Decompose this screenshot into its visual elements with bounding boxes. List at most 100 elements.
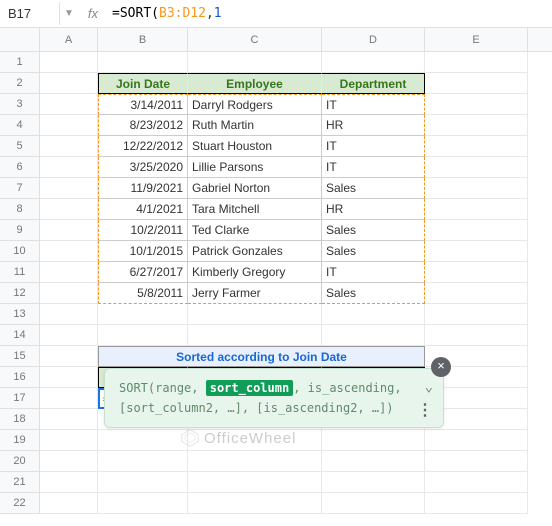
cell[interactable] xyxy=(425,493,528,514)
cell[interactable] xyxy=(322,325,425,346)
cell[interactable] xyxy=(40,304,98,325)
table-cell[interactable]: Darryl Rodgers xyxy=(188,94,322,115)
table-cell[interactable]: 4/1/2021 xyxy=(98,199,188,220)
table-header-join-date[interactable]: Join Date xyxy=(98,73,188,94)
cell[interactable] xyxy=(322,451,425,472)
row-header[interactable]: 2 xyxy=(0,73,40,94)
cell[interactable] xyxy=(425,430,528,451)
table-header-employee[interactable]: Employee xyxy=(188,73,322,94)
table-cell[interactable]: 10/2/2011 xyxy=(98,220,188,241)
sorted-title-cell[interactable]: Sorted according to Join Date xyxy=(98,346,425,367)
cell[interactable] xyxy=(40,346,98,367)
table-cell[interactable]: Ruth Martin xyxy=(188,115,322,136)
cell[interactable] xyxy=(188,304,322,325)
table-cell[interactable]: Stuart Houston xyxy=(188,136,322,157)
cell[interactable] xyxy=(98,493,188,514)
cell[interactable] xyxy=(322,304,425,325)
table-cell[interactable]: Tara Mitchell xyxy=(188,199,322,220)
table-cell[interactable]: 10/1/2015 xyxy=(98,241,188,262)
tooltip-expand-icon[interactable]: ⌄ xyxy=(425,379,433,395)
row-header[interactable]: 10 xyxy=(0,241,40,262)
cell[interactable] xyxy=(40,94,98,115)
row-header[interactable]: 22 xyxy=(0,493,40,514)
row-header[interactable]: 1 xyxy=(0,52,40,73)
cell[interactable] xyxy=(40,262,98,283)
cell[interactable] xyxy=(40,220,98,241)
cell[interactable] xyxy=(98,430,188,451)
col-header-d[interactable]: D xyxy=(322,28,425,51)
table-cell[interactable]: 11/9/2021 xyxy=(98,178,188,199)
cell[interactable] xyxy=(322,493,425,514)
tooltip-close-icon[interactable]: × xyxy=(431,357,451,377)
cell[interactable] xyxy=(40,283,98,304)
cell[interactable] xyxy=(40,472,98,493)
col-header-b[interactable]: B xyxy=(98,28,188,51)
table-cell[interactable]: Sales xyxy=(322,178,425,199)
table-cell[interactable]: Sales xyxy=(322,241,425,262)
table-cell[interactable]: 3/25/2020 xyxy=(98,157,188,178)
row-header[interactable]: 20 xyxy=(0,451,40,472)
row-header[interactable]: 19 xyxy=(0,430,40,451)
table-cell[interactable]: 6/27/2017 xyxy=(98,262,188,283)
formula-input[interactable]: =SORT(B3:D12,1 xyxy=(108,2,552,25)
cell[interactable] xyxy=(40,451,98,472)
cell[interactable] xyxy=(188,451,322,472)
cell[interactable] xyxy=(188,52,322,73)
cell[interactable] xyxy=(40,115,98,136)
cell[interactable] xyxy=(40,52,98,73)
row-header[interactable]: 6 xyxy=(0,157,40,178)
table-cell[interactable]: 3/14/2011 xyxy=(98,94,188,115)
table-cell[interactable]: IT xyxy=(322,94,425,115)
row-header[interactable]: 7 xyxy=(0,178,40,199)
table-cell[interactable]: IT xyxy=(322,262,425,283)
table-cell[interactable]: IT xyxy=(322,157,425,178)
cell[interactable] xyxy=(425,262,528,283)
cell[interactable] xyxy=(40,430,98,451)
table-cell[interactable]: Sales xyxy=(322,283,425,304)
cell[interactable] xyxy=(40,325,98,346)
cell[interactable] xyxy=(322,472,425,493)
row-header[interactable]: 13 xyxy=(0,304,40,325)
row-header[interactable]: 12 xyxy=(0,283,40,304)
row-header[interactable]: 4 xyxy=(0,115,40,136)
table-cell[interactable]: 8/23/2012 xyxy=(98,115,188,136)
cell[interactable] xyxy=(188,493,322,514)
cell-reference-box[interactable]: B17 xyxy=(0,2,60,25)
row-header[interactable]: 8 xyxy=(0,199,40,220)
cell[interactable] xyxy=(188,472,322,493)
cell[interactable] xyxy=(40,178,98,199)
table-cell[interactable]: HR xyxy=(322,199,425,220)
table-cell[interactable]: IT xyxy=(322,136,425,157)
cell[interactable] xyxy=(425,94,528,115)
col-header-c[interactable]: C xyxy=(188,28,322,51)
cell[interactable] xyxy=(98,304,188,325)
col-header-a[interactable]: A xyxy=(40,28,98,51)
row-header[interactable]: 5 xyxy=(0,136,40,157)
cell[interactable] xyxy=(40,409,98,430)
cell[interactable] xyxy=(425,157,528,178)
table-cell[interactable]: Jerry Farmer xyxy=(188,283,322,304)
row-header[interactable]: 18 xyxy=(0,409,40,430)
cell[interactable] xyxy=(425,136,528,157)
cell[interactable] xyxy=(425,472,528,493)
cell[interactable] xyxy=(98,52,188,73)
cell[interactable] xyxy=(425,52,528,73)
row-header[interactable]: 11 xyxy=(0,262,40,283)
cell[interactable] xyxy=(40,367,98,388)
row-header[interactable]: 17 xyxy=(0,388,40,409)
table-cell[interactable]: 12/22/2012 xyxy=(98,136,188,157)
cell[interactable] xyxy=(40,241,98,262)
select-all-corner[interactable] xyxy=(0,28,40,51)
table-header-department[interactable]: Department xyxy=(322,73,425,94)
row-header[interactable]: 9 xyxy=(0,220,40,241)
cell[interactable] xyxy=(425,73,528,94)
cell[interactable] xyxy=(40,199,98,220)
cell[interactable] xyxy=(40,73,98,94)
row-header[interactable]: 3 xyxy=(0,94,40,115)
table-cell[interactable]: Sales xyxy=(322,220,425,241)
cell[interactable] xyxy=(98,472,188,493)
cell[interactable] xyxy=(188,325,322,346)
cell[interactable] xyxy=(425,283,528,304)
cell-ref-dropdown-icon[interactable]: ▼ xyxy=(60,8,78,19)
tooltip-more-icon[interactable]: ⋮ xyxy=(417,400,433,419)
